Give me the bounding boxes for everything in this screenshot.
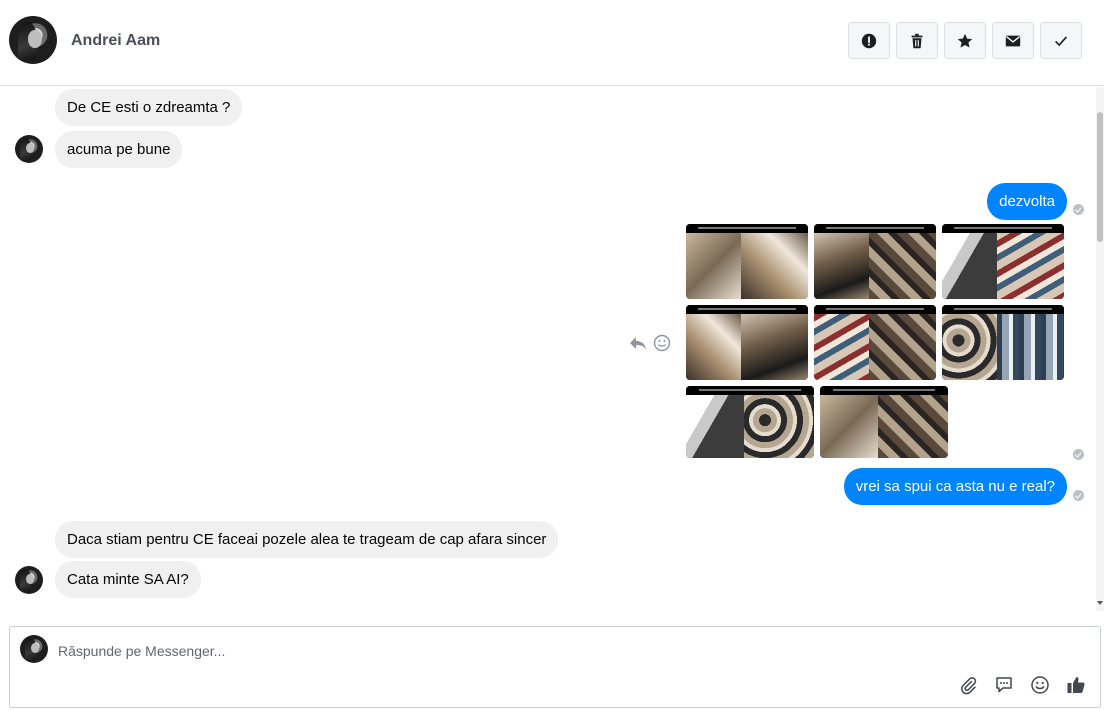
mark-unread-button[interactable] [992,22,1034,59]
emoji-button[interactable] [1028,673,1052,697]
smiley-icon [1031,676,1049,694]
photo-attachment[interactable] [814,305,936,380]
contact-avatar[interactable] [9,16,57,64]
photo-attachment[interactable] [814,224,936,299]
reply-icon[interactable] [628,334,648,352]
photo-attachment[interactable] [942,224,1064,299]
scroll-down-arrow-icon[interactable] [1097,601,1103,605]
saved-replies-button[interactable] [992,673,1016,697]
trash-icon [911,33,923,48]
star-button[interactable] [944,22,986,59]
my-avatar [20,635,48,663]
incoming-message[interactable]: De CE esti o zdreamta ? [55,89,243,126]
photo-attachment[interactable] [820,386,948,458]
incoming-message[interactable]: Cata minte SA AI? [55,561,201,598]
seen-indicator-icon [1073,204,1084,215]
header-actions [848,22,1082,59]
report-button[interactable] [848,22,890,59]
conversation-header: Andrei Aam [0,0,1104,86]
scrollbar-thumb[interactable] [1097,112,1103,242]
outgoing-message[interactable]: vrei sa spui ca asta nu e real? [843,468,1067,505]
photo-attachment[interactable] [686,386,814,458]
photo-attachment[interactable] [686,305,808,380]
incoming-message[interactable]: Daca stiam pentru CE faceai pozele alea … [55,521,559,558]
photo-attachment[interactable] [686,224,808,299]
mark-done-button[interactable] [1040,22,1082,59]
composer-tools [956,673,1088,697]
paperclip-icon [961,677,977,695]
thumbs-up-icon [1067,677,1085,693]
photo-attachment[interactable] [942,305,1064,380]
react-smiley-icon[interactable] [653,334,671,352]
attach-button[interactable] [956,673,980,697]
outgoing-message[interactable]: dezvolta [987,183,1067,220]
speech-bubble-icon [996,677,1012,693]
checkmark-icon [1055,35,1068,46]
star-icon [957,33,973,48]
sender-avatar[interactable] [15,566,43,594]
seen-indicator-icon [1073,490,1084,501]
like-button[interactable] [1064,673,1088,697]
reply-input[interactable] [58,641,958,661]
seen-indicator-icon [1073,449,1084,460]
contact-name[interactable]: Andrei Aam [71,32,160,50]
incoming-message[interactable]: acuma pe bune [55,131,183,168]
message-composer [9,626,1101,708]
sender-avatar[interactable] [15,135,43,163]
exclamation-circle-icon [861,33,877,48]
message-thread[interactable]: De CE esti o zdreamta ? acuma pe bune de… [0,87,1096,611]
delete-button[interactable] [896,22,938,59]
envelope-icon [1005,35,1021,46]
